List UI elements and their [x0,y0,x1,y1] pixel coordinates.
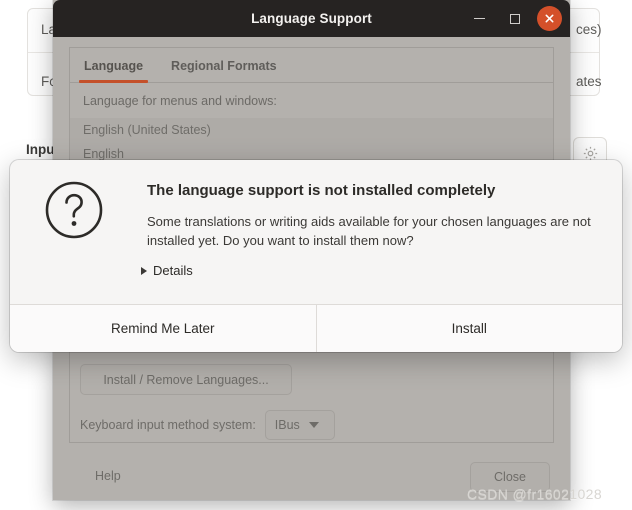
language-support-dialog: The language support is not installed co… [10,160,622,352]
remind-me-later-label: Remind Me Later [110,321,215,336]
close-button-label: Close [494,470,526,484]
tab-regional-formats-label: Regional Formats [171,59,277,73]
watermark: CSDN @fr16021028 [467,486,603,502]
chevron-down-icon [308,422,319,428]
question-mark-icon [45,181,103,239]
keyboard-input-method-label: Keyboard input method system: [80,418,256,432]
maximize-button[interactable] [502,6,527,31]
tab-language-label: Language [84,59,144,73]
chevron-right-icon [141,266,147,275]
install-button[interactable]: Install [315,305,623,352]
dialog-icon [43,179,105,246]
settings-formats-row-value: ates [576,74,602,89]
minimize-icon [474,17,485,20]
titlebar-buttons [467,0,562,37]
settings-language-row-value: ces) [576,22,602,37]
list-item[interactable]: English (United States) [70,118,553,142]
install-label: Install [451,321,487,336]
window-title: Language Support [251,11,372,26]
list-item-label: English [83,147,124,161]
maximize-icon [509,13,520,24]
tab-regional-formats[interactable]: Regional Formats [157,59,291,82]
list-item-label: English (United States) [83,123,211,137]
keyboard-input-method-select[interactable]: IBus [264,410,335,440]
screen: La ces) Fo ates Input Language Support L… [0,0,632,510]
dialog-details-expander[interactable]: Details [141,263,193,278]
help-button[interactable]: Help [95,469,121,483]
minimize-button[interactable] [467,6,492,31]
language-list-label: Language for menus and windows: [83,94,277,108]
dialog-message: Some translations or writing aids availa… [147,214,591,248]
remind-me-later-button[interactable]: Remind Me Later [10,305,316,352]
close-window-button[interactable] [537,6,562,31]
tab-language[interactable]: Language [70,59,157,83]
dialog-heading: The language support is not installed co… [147,182,496,199]
install-remove-languages-label: Install / Remove Languages... [103,372,269,387]
dialog-actions: Remind Me Later Install [10,304,622,352]
dialog-details-label: Details [153,263,193,278]
tab-bar: Language Regional Formats [70,48,553,83]
keyboard-input-method-row: Keyboard input method system: IBus [80,410,335,440]
install-remove-languages-button[interactable]: Install / Remove Languages... [80,364,292,395]
close-icon [545,14,554,23]
keyboard-input-method-value: IBus [274,418,300,432]
titlebar[interactable]: Language Support [53,0,570,37]
dialog-body: The language support is not installed co… [10,160,622,304]
